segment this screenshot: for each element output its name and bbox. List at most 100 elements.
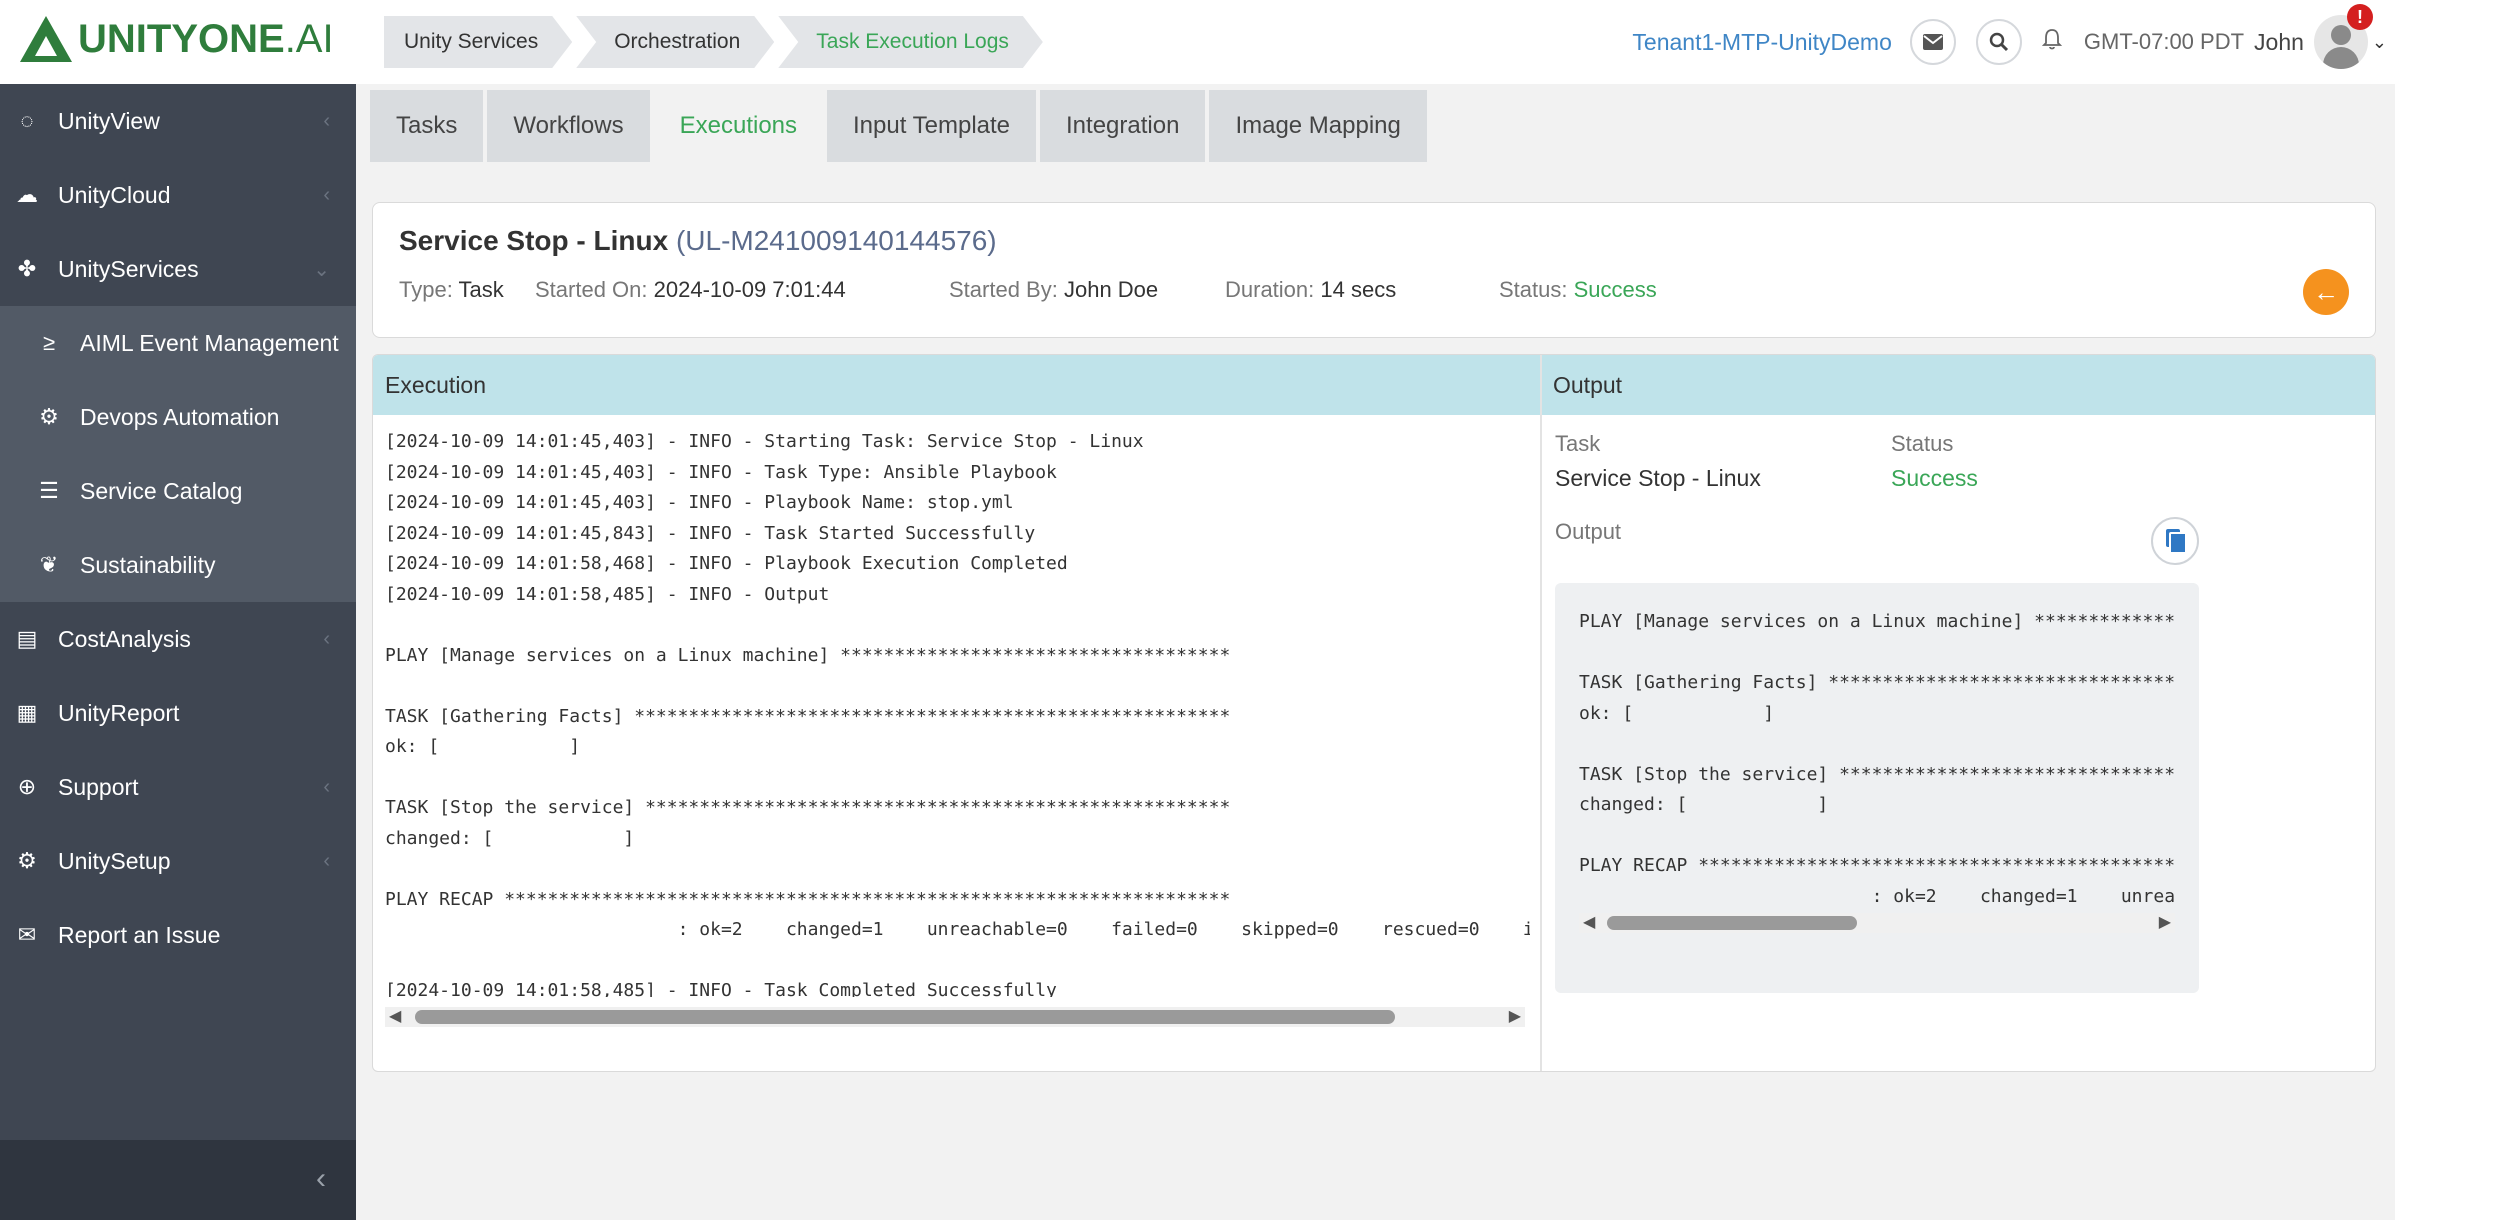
sidebar-item-support[interactable]: ⊕ Support ‹ — [0, 750, 356, 824]
task-started-on: Started On: 2024-10-09 7:01:44 — [535, 277, 846, 302]
sidebar-item-costanalysis[interactable]: ▤ CostAnalysis ‹ — [0, 602, 356, 676]
task-id: (UL-M241009140144576) — [675, 225, 997, 256]
task-type: Type: Task — [399, 277, 504, 302]
envelope-icon — [1922, 34, 1943, 50]
sidebar-item-unityreport[interactable]: ▦ UnityReport — [0, 676, 356, 750]
notifications-button[interactable] — [2041, 28, 2063, 57]
main-content: Tasks Workflows Executions Input Templat… — [356, 84, 2395, 1220]
sidebar-item-report-an-issue[interactable]: ✉ Report an Issue — [0, 898, 356, 972]
chevron-left-icon: ‹ — [323, 849, 330, 872]
tab-image-mapping[interactable]: Image Mapping — [1209, 90, 1427, 162]
tab-workflows[interactable]: Workflows — [487, 90, 650, 162]
execution-header: Execution — [385, 372, 487, 398]
panel-header: Execution Output — [373, 355, 2375, 415]
sidebar-item-label: AIML Event Management — [80, 329, 339, 356]
sidebar-item-label: Devops Automation — [80, 403, 280, 430]
top-bar: UNITYONE.AI Unity Services Orchestration… — [0, 0, 2395, 84]
chevron-left-icon: ‹ — [323, 775, 330, 798]
page-title: Service Stop - Linux (UL-M24100914014457… — [399, 225, 997, 256]
mail-button[interactable] — [1909, 19, 1956, 65]
user-name[interactable]: John — [2254, 29, 2304, 56]
chevron-down-icon[interactable]: ⌄ — [2372, 32, 2387, 53]
task-duration: Duration: 14 secs — [1225, 277, 1397, 302]
output-log-scrollbar[interactable]: ◀ ▶ — [1579, 913, 2175, 933]
header-right: Tenant1-MTP-UnityDemo GMT-07:00 PDT John… — [1632, 0, 2395, 84]
sidebar-item-unitycloud[interactable]: ☁ UnityCloud ‹ — [0, 158, 356, 232]
app-window: UNITYONE.AI Unity Services Orchestration… — [0, 0, 2395, 1220]
sidebar-item-unitysetup[interactable]: ⚙ UnitySetup ‹ — [0, 824, 356, 898]
eye-cloud-icon: ◌ — [20, 108, 34, 133]
logo[interactable]: UNITYONE.AI — [20, 14, 334, 64]
timezone-label: GMT-07:00 PDT — [2083, 29, 2245, 54]
cost-icon: ▤ — [16, 626, 38, 651]
logo-text: UNITYONE.AI — [78, 16, 334, 61]
task-summary-card: Service Stop - Linux (UL-M24100914014457… — [372, 202, 2376, 338]
cloud-icon: ☁ — [16, 182, 38, 207]
scrollbar-thumb[interactable] — [415, 1010, 1395, 1024]
breadcrumb: Unity Services Orchestration Task Execut… — [384, 16, 1047, 68]
scroll-right-icon[interactable]: ▶ — [2159, 913, 2171, 933]
chevron-left-icon: ‹ — [323, 109, 330, 132]
sidebar-item-label: UnityCloud — [58, 181, 171, 208]
output-status-label: Status — [1891, 431, 1954, 456]
sidebar-item-label: Service Catalog — [80, 477, 243, 504]
sidebar-submenu-unityservices: ≥ AIML Event Management ⚙ Devops Automat… — [0, 306, 356, 602]
output-task-label: Task — [1555, 431, 1601, 456]
output-log[interactable]: PLAY [Manage services on a Linux machine… — [1579, 607, 2175, 933]
lifebuoy-icon: ⊕ — [17, 774, 37, 799]
chevron-left-icon: ‹ — [323, 183, 330, 206]
tab-integration[interactable]: Integration — [1040, 90, 1206, 162]
breadcrumb-orchestration[interactable]: Orchestration — [576, 16, 774, 68]
breadcrumb-task-execution-logs: Task Execution Logs — [778, 16, 1043, 68]
sidebar-item-label: Support — [58, 773, 139, 800]
tab-input-template[interactable]: Input Template — [827, 90, 1037, 162]
tab-executions[interactable]: Executions — [653, 90, 824, 162]
panel-divider — [1540, 355, 1542, 1071]
breadcrumb-unity-services[interactable]: Unity Services — [384, 16, 572, 68]
envelope-icon: ✉ — [17, 922, 37, 947]
chevron-down-icon: ⌄ — [313, 258, 330, 281]
devops-icon: ⚙ — [39, 404, 59, 429]
sidebar-item-service-catalog[interactable]: ☰ Service Catalog — [0, 454, 356, 528]
sidebar-item-label: UnityServices — [58, 255, 199, 282]
sidebar-item-label: CostAnalysis — [58, 625, 191, 652]
tenant-link[interactable]: Tenant1-MTP-UnityDemo — [1632, 29, 1891, 56]
tab-bar: Tasks Workflows Executions Input Templat… — [370, 90, 1431, 162]
execution-log[interactable]: [2024-10-09 14:01:45,403] - INFO - Start… — [385, 427, 1530, 997]
arrow-left-icon: ← — [2313, 277, 2339, 307]
chevron-left-icon[interactable]: ‹ — [316, 1162, 326, 1196]
task-started-by: Started By: John Doe — [949, 277, 1159, 302]
output-log-box: PLAY [Manage services on a Linux machine… — [1555, 583, 2199, 993]
sidebar-item-aiml-event-management[interactable]: ≥ AIML Event Management — [0, 306, 356, 380]
scroll-left-icon[interactable]: ◀ — [389, 1007, 401, 1027]
output-output-label: Output — [1555, 519, 1622, 544]
copy-button[interactable] — [2151, 517, 2199, 565]
chevron-left-icon: ‹ — [323, 627, 330, 650]
search-button[interactable] — [1975, 19, 2022, 65]
output-header: Output — [1553, 372, 1623, 398]
tab-tasks[interactable]: Tasks — [370, 90, 484, 162]
list-icon: ☰ — [39, 478, 59, 503]
report-icon: ▦ — [16, 700, 38, 725]
sidebar-item-sustainability[interactable]: ❦ Sustainability — [0, 528, 356, 602]
execution-output-panel: Execution Output [2024-10-09 14:01:45,40… — [372, 354, 2376, 1072]
sidebar-collapse-bar[interactable]: ‹ — [0, 1140, 356, 1220]
sidebar-item-unityservices[interactable]: ✤ UnityServices ⌄ — [0, 232, 356, 306]
execution-log-scrollbar[interactable]: ◀ ▶ — [385, 1007, 1525, 1027]
sidebar-item-unityview[interactable]: ◌ UnityView ‹ — [0, 84, 356, 158]
services-icon: ✤ — [17, 256, 37, 281]
scroll-right-icon[interactable]: ▶ — [1509, 1007, 1521, 1027]
sidebar-item-label: UnityView — [58, 107, 160, 134]
back-button[interactable]: ← — [2303, 269, 2349, 315]
logo-mark-icon — [20, 16, 72, 62]
scrollbar-thumb[interactable] — [1607, 916, 1857, 930]
bell-icon — [2041, 28, 2063, 49]
search-icon — [1989, 32, 2008, 52]
sidebar-item-devops-automation[interactable]: ⚙ Devops Automation — [0, 380, 356, 454]
output-task-value: Service Stop - Linux — [1555, 465, 1761, 491]
sidebar-item-label: Sustainability — [80, 551, 216, 578]
alert-badge[interactable]: ! — [2347, 4, 2373, 30]
gears-icon: ⚙ — [17, 848, 37, 873]
sidebar-item-label: UnitySetup — [58, 847, 171, 874]
scroll-left-icon[interactable]: ◀ — [1583, 913, 1595, 933]
